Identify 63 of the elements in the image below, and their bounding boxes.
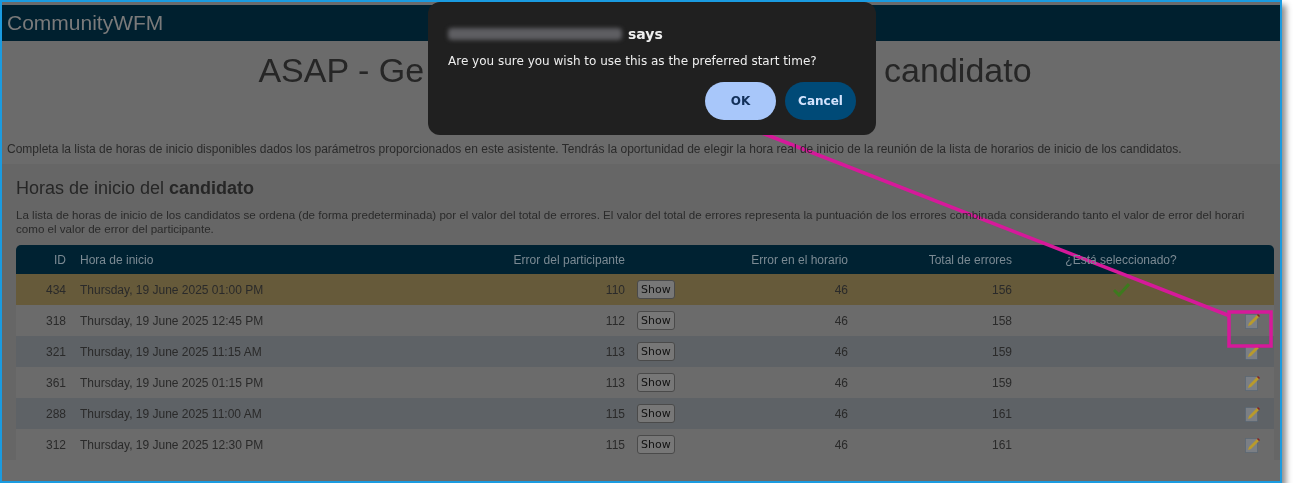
table-cell-text: 46 — [833, 313, 848, 328]
table-cell-text: 161 — [990, 437, 1012, 452]
table-cell-text: 112 — [604, 313, 625, 328]
table-cell-text: 321 — [44, 344, 66, 359]
table-cell-text: Thursday, 19 June 2025 11:00 AM — [79, 406, 263, 421]
description-text: como el valor de error del participante. — [16, 222, 214, 236]
ok-button[interactable]: OK — [705, 82, 776, 120]
table-cell-text: 156 — [990, 282, 1012, 297]
column-header: Hora de inicio — [79, 252, 155, 267]
table-cell-text: Thursday, 19 June 2025 11:15 AM — [79, 344, 263, 359]
show-button[interactable]: Show — [637, 280, 675, 299]
table-cell-text: 113 — [604, 344, 625, 359]
check-icon — [1112, 282, 1130, 297]
table-row[interactable]: 318 Thursday, 19 June 2025 12:45 PM 112 Show 46 158 — [16, 305, 1274, 336]
show-button[interactable]: Show — [637, 342, 675, 361]
table-cell-text: 46 — [833, 406, 848, 421]
table-cell-text: Thursday, 19 June 2025 01:00 PM — [79, 282, 265, 297]
column-header: ID — [53, 252, 66, 267]
table-cell-text: 113 — [604, 375, 625, 390]
table-cell-text: Thursday, 19 June 2025 12:45 PM — [79, 313, 265, 328]
table-cell-text: 110 — [604, 282, 625, 297]
section-heading: Horas de inicio del candidato — [16, 178, 256, 199]
table-cell-text: 288 — [44, 406, 66, 421]
table-cell-text: 161 — [990, 406, 1012, 421]
page-title: candidato — [884, 51, 1032, 90]
table-cell-text: 158 — [990, 313, 1012, 328]
intro-text: Completa la lista de horas de inicio disponibles dados los parámetros proporcionados en este asistente. Tendrás la oportunidad de elegir la hora real de inicio de la reunión de la lista de horarios de inicio de los candidatos. — [7, 142, 1182, 156]
show-button[interactable]: Show — [637, 373, 675, 392]
table-cell-text: Thursday, 19 June 2025 12:30 PM — [79, 437, 265, 452]
table-row[interactable]: 288 Thursday, 19 June 2025 11:00 AM 115 Show 46 161 — [16, 398, 1274, 429]
edit-icon[interactable] — [1244, 436, 1260, 453]
table-cell-text: 115 — [604, 437, 625, 452]
table-cell-text: 159 — [990, 375, 1012, 390]
table-cell-text: 318 — [44, 313, 66, 328]
table-cell-text: 361 — [44, 375, 66, 390]
edit-icon[interactable] — [1244, 405, 1260, 422]
table-cell-text: 46 — [833, 437, 848, 452]
cancel-button[interactable]: Cancel — [785, 82, 856, 120]
table-cell-text: 115 — [604, 406, 625, 421]
table-cell-text: 159 — [990, 344, 1012, 359]
page-title: ASAP - Ge — [258, 51, 425, 90]
table-cell-text: 46 — [833, 282, 848, 297]
table-cell-text: 46 — [833, 344, 848, 359]
table-cell-text: 434 — [44, 282, 66, 297]
table-cell-text: 46 — [833, 375, 848, 390]
show-button[interactable]: Show — [637, 311, 675, 330]
column-header: Error del participante — [512, 252, 625, 267]
show-button[interactable]: Show — [637, 404, 675, 423]
show-button[interactable]: Show — [637, 435, 675, 454]
dialog-title: says — [628, 26, 663, 42]
table-row[interactable]: 361 Thursday, 19 June 2025 01:15 PM 113 Show 46 159 — [16, 367, 1274, 398]
highlight-rectangle — [1227, 310, 1273, 348]
table-cell-text: Thursday, 19 June 2025 01:15 PM — [79, 375, 265, 390]
edit-icon[interactable] — [1244, 312, 1260, 329]
edit-icon[interactable] — [1244, 374, 1260, 391]
table-row[interactable]: 321 Thursday, 19 June 2025 11:15 AM 113 Show 46 159 — [16, 336, 1274, 367]
table-row[interactable]: 312 Thursday, 19 June 2025 12:30 PM 115 Show 46 161 — [16, 429, 1274, 460]
dialog-message: Are you sure you wish to use this as the preferred start time? — [448, 54, 818, 68]
column-header: Total de errores — [927, 252, 1012, 267]
table-cell-text: 312 — [44, 437, 66, 452]
column-header: Error en el horario — [750, 252, 848, 267]
table-row[interactable]: 434 Thursday, 19 June 2025 01:00 PM 110 Show 46 156 — [16, 274, 1274, 305]
app-logo[interactable]: CommunityWFM — [7, 11, 164, 35]
